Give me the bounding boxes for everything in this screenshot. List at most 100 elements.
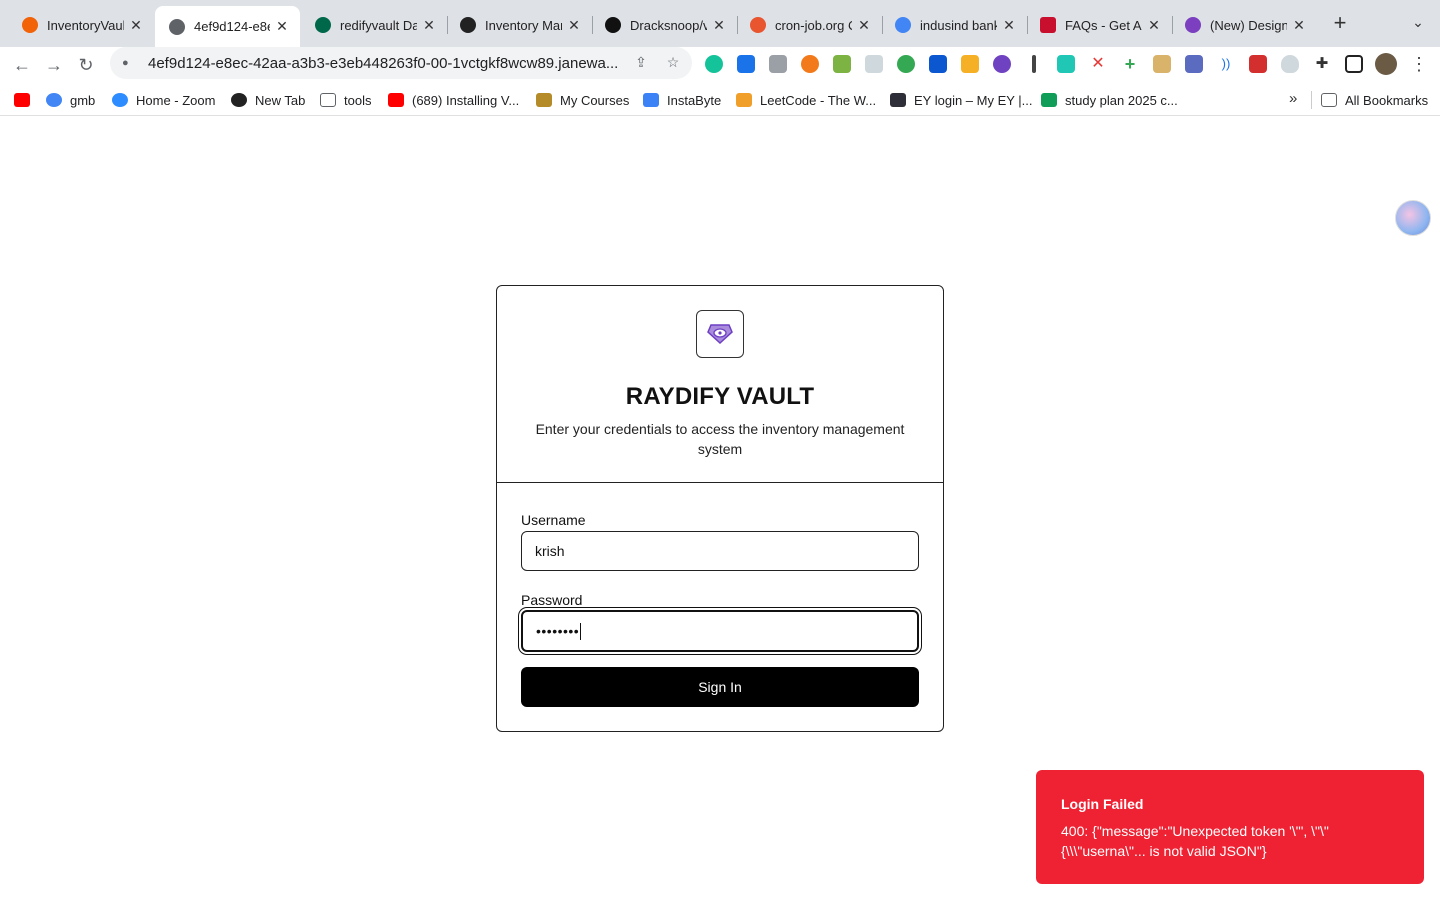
tab-indusind[interactable]: indusind bank ✕ [881,8,1027,42]
tab-active-replit-app[interactable]: 4ef9d124-e8e ✕ [155,6,300,47]
all-bookmarks[interactable]: All Bookmarks [1321,91,1428,109]
more-bookmarks-icon[interactable]: » [1289,90,1297,107]
bookmark-folder-tools[interactable]: tools [320,91,371,109]
username-field[interactable]: krish [521,531,919,571]
grammarly-extension-icon[interactable] [705,55,723,73]
wifi-extension-icon[interactable]: )) [1217,55,1235,73]
cronjob-icon [750,17,766,33]
openai-icon [460,17,476,33]
close-icon[interactable]: ✕ [856,17,872,34]
extension-icon[interactable] [1153,55,1171,73]
tab-title: Inventory Man [485,17,562,33]
tab-title: (New) Designe [1210,17,1287,33]
close-icon[interactable]: ✕ [1001,17,1017,34]
tab-designer[interactable]: (New) Designe ✕ [1171,8,1317,42]
checkbox-extension-icon[interactable] [929,55,947,73]
tab-inventoryvault[interactable]: InventoryVault ✕ [8,8,154,42]
tab-search-chevron-icon[interactable]: ⌄ [1408,14,1428,34]
share-icon[interactable]: ⇪ [632,54,650,72]
bookmarks-divider [1311,91,1312,109]
bookmark-youtube[interactable] [14,91,38,109]
tab-title: InventoryVault [47,17,124,33]
youtube-icon [388,93,404,107]
site-info-icon[interactable]: ● [122,57,136,69]
bookmark-instabyte[interactable]: InstaByte [643,91,721,109]
bookmark-leetcode[interactable]: LeetCode - The W... [736,91,876,109]
close-extension-icon[interactable]: ✕ [1089,55,1107,73]
page-content: RAYDIFY VAULT Enter your credentials to … [0,117,1440,900]
sign-in-label: Sign In [698,679,742,695]
close-icon[interactable]: ✕ [566,17,582,34]
bookmark-gmb[interactable]: gmb [46,91,95,109]
extension-icon[interactable] [833,55,851,73]
folder-icon [320,93,336,107]
close-icon[interactable]: ✕ [1291,17,1307,34]
extension-icon[interactable] [865,55,883,73]
reload-icon[interactable]: ↻ [74,53,98,77]
profile-avatar[interactable] [1375,53,1397,75]
username-label: Username [521,512,586,528]
tab-cron-job[interactable]: cron-job.org C ✕ [736,8,882,42]
forward-arrow-icon[interactable]: → [42,53,66,77]
bookmark-ey[interactable]: EY login – My EY |... [890,91,1033,109]
address-bar[interactable]: ● 4ef9d124-e8ec-42aa-a3b3-e3eb448263f0-0… [110,47,692,79]
close-icon[interactable]: ✕ [1146,17,1162,34]
back-arrow-icon[interactable]: ← [10,53,34,77]
bookmark-study-plan[interactable]: study plan 2025 c... [1041,91,1178,109]
close-icon[interactable]: ✕ [421,17,437,34]
extension-icon[interactable] [993,55,1011,73]
bookmark-new-tab[interactable]: New Tab [231,91,305,109]
shield-extension-icon[interactable] [1281,55,1299,73]
pen-extension-icon[interactable] [1032,55,1036,73]
side-panel-icon[interactable] [1345,55,1363,73]
username-value: krish [535,543,565,559]
text-caret [580,622,582,640]
tab-github[interactable]: Dracksnoop/v ✕ [591,8,737,42]
ey-icon [890,93,906,107]
courses-icon [536,93,552,107]
tab-inventory-man[interactable]: Inventory Man ✕ [446,8,592,42]
github-icon [605,17,621,33]
extension-icon[interactable] [961,55,979,73]
camera-extension-icon[interactable] [769,55,787,73]
extension-icon[interactable] [1249,55,1267,73]
google-icon [895,17,911,33]
extension-icon[interactable] [897,55,915,73]
youtube-icon [14,93,30,107]
notion-extension-icon[interactable] [1057,55,1075,73]
bookmark-zoom[interactable]: Home - Zoom [112,91,215,109]
instabyte-icon [643,93,659,107]
floating-unicorn-avatar[interactable] [1395,200,1431,236]
extension-icon[interactable] [1185,55,1203,73]
plus-extension-icon[interactable]: + [1121,55,1139,73]
url-text[interactable]: 4ef9d124-e8ec-42aa-a3b3-e3eb448263f0-00-… [148,55,628,72]
puzzle-icon[interactable]: ✚ [1313,55,1331,73]
password-field[interactable]: •••••••• [521,610,919,652]
designer-icon [1185,17,1201,33]
openai-icon [231,93,247,107]
close-icon[interactable]: ✕ [274,18,290,35]
card-divider [497,482,943,483]
bookmark-youtube-video[interactable]: (689) Installing V... [388,91,519,109]
replit-icon [22,17,38,33]
tab-redifyvault-db[interactable]: redifyvault Dat ✕ [301,8,447,42]
menu-icon[interactable]: ⋮ [1410,53,1428,75]
tab-title: 4ef9d124-e8e [194,19,270,34]
bookmark-my-courses[interactable]: My Courses [536,91,629,109]
sign-in-button[interactable]: Sign In [521,667,919,707]
browser-toolbar: ← → ↻ ● 4ef9d124-e8ec-42aa-a3b3-e3eb4482… [0,47,1440,83]
close-icon[interactable]: ✕ [128,17,144,34]
extension-icon[interactable] [801,55,819,73]
new-tab-button[interactable]: + [1330,12,1350,34]
bookmark-label: (689) Installing V... [412,92,520,108]
reader-extension-icon[interactable] [737,55,755,73]
tab-faqs[interactable]: FAQs - Get An ✕ [1026,8,1172,42]
toast-message: 400: {"message":"Unexpected token '\"', … [1061,823,1329,859]
tab-title: indusind bank [920,17,997,33]
bookmark-star-icon[interactable]: ☆ [664,54,682,72]
login-subtitle: Enter your credentials to access the inv… [535,421,905,457]
error-toast[interactable]: Login Failed 400: {"message":"Unexpected… [1036,770,1424,884]
password-label: Password [521,592,583,608]
close-icon[interactable]: ✕ [711,17,727,34]
tab-title: redifyvault Dat [340,17,417,33]
